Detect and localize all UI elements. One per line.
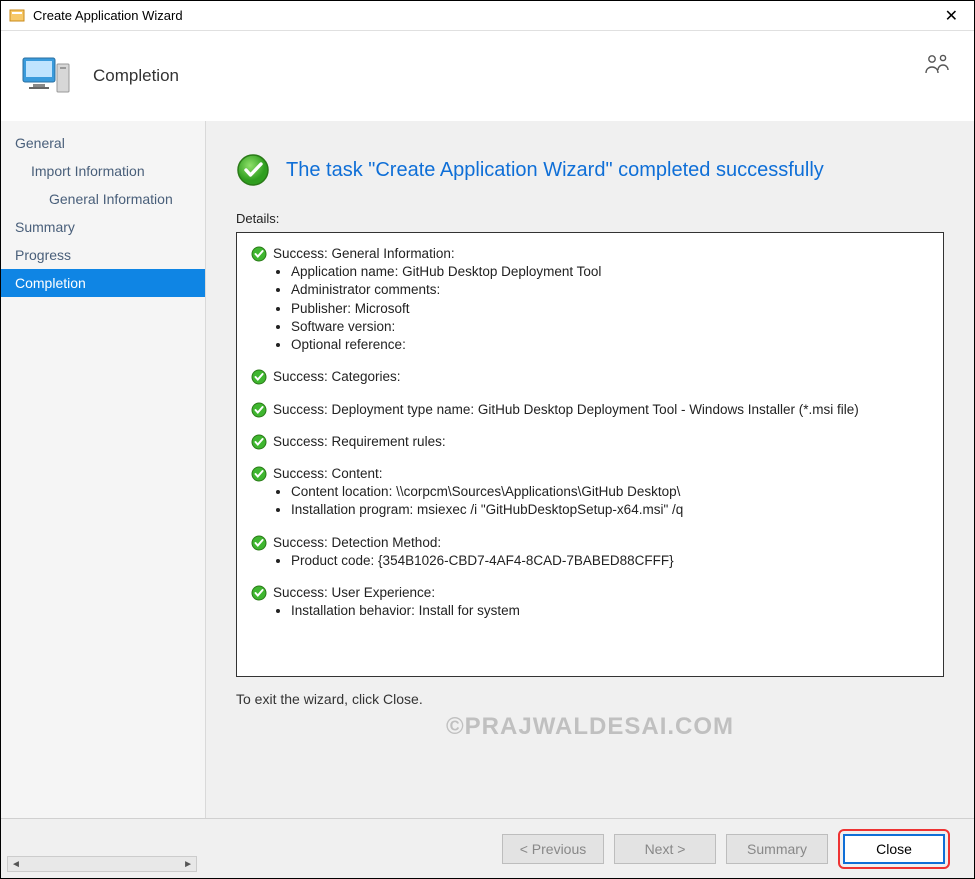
detail-section-user-experience: Success: User Experience: Installation b… bbox=[251, 584, 929, 620]
detail-section-content: Success: Content: Content location: \\co… bbox=[251, 465, 929, 520]
section-title: Success: User Experience: bbox=[273, 584, 435, 602]
section-title: Success: Detection Method: bbox=[273, 534, 441, 552]
detail-bullet: Installation program: msiexec /i "GitHub… bbox=[291, 501, 929, 519]
section-title: Success: Requirement rules: bbox=[273, 433, 446, 451]
summary-button: Summary bbox=[726, 834, 828, 864]
window-title: Create Application Wizard bbox=[33, 8, 937, 23]
check-icon bbox=[251, 466, 267, 482]
computer-icon bbox=[21, 50, 73, 102]
check-icon bbox=[251, 246, 267, 262]
sidebar-item-general-information[interactable]: General Information bbox=[1, 185, 205, 213]
section-title: Success: Categories: bbox=[273, 368, 401, 386]
detail-bullet: Publisher: Microsoft bbox=[291, 300, 929, 318]
wizard-body: General Import Information General Infor… bbox=[1, 121, 974, 818]
previous-button: < Previous bbox=[502, 834, 604, 864]
detail-bullet: Administrator comments: bbox=[291, 281, 929, 299]
detail-section-general-info: Success: General Information: Applicatio… bbox=[251, 245, 929, 354]
wizard-header: Completion bbox=[1, 31, 974, 121]
detail-section-detection-method: Success: Detection Method: Product code:… bbox=[251, 534, 929, 570]
detail-section-categories: Success: Categories: bbox=[251, 368, 929, 386]
wizard-main: The task "Create Application Wizard" com… bbox=[206, 121, 974, 818]
check-icon bbox=[251, 369, 267, 385]
check-icon bbox=[251, 434, 267, 450]
sidebar-item-import-information[interactable]: Import Information bbox=[1, 157, 205, 185]
check-icon bbox=[251, 535, 267, 551]
check-icon bbox=[251, 402, 267, 418]
sidebar-item-progress[interactable]: Progress bbox=[1, 241, 205, 269]
success-check-icon bbox=[236, 153, 270, 187]
sidebar-item-summary[interactable]: Summary bbox=[1, 213, 205, 241]
title-bar: Create Application Wizard ✕ bbox=[1, 1, 974, 31]
feedback-icon[interactable] bbox=[924, 53, 952, 75]
wizard-footer: ◄► < Previous Next > Summary Close bbox=[1, 818, 974, 878]
success-heading: The task "Create Application Wizard" com… bbox=[286, 159, 824, 182]
section-title: Success: General Information: bbox=[273, 245, 455, 263]
app-icon bbox=[9, 8, 25, 24]
sidebar-scrollbar[interactable]: ◄► bbox=[7, 856, 197, 872]
details-box[interactable]: Success: General Information: Applicatio… bbox=[236, 232, 944, 677]
sidebar-item-general[interactable]: General bbox=[1, 129, 205, 157]
window-close-button[interactable]: ✕ bbox=[937, 6, 966, 26]
detail-section-requirement-rules: Success: Requirement rules: bbox=[251, 433, 929, 451]
page-title: Completion bbox=[93, 66, 179, 86]
check-icon bbox=[251, 585, 267, 601]
close-button[interactable]: Close bbox=[843, 834, 945, 864]
exit-instruction: To exit the wizard, click Close. bbox=[236, 691, 944, 707]
watermark: ©PRAJWALDESAI.COM bbox=[236, 713, 944, 741]
close-button-highlight: Close bbox=[838, 829, 950, 869]
sidebar-item-completion[interactable]: Completion bbox=[1, 269, 205, 297]
detail-bullet: Application name: GitHub Desktop Deploym… bbox=[291, 263, 929, 281]
success-banner: The task "Create Application Wizard" com… bbox=[236, 153, 944, 187]
section-title: Success: Deployment type name: GitHub De… bbox=[273, 401, 859, 419]
detail-bullet: Installation behavior: Install for syste… bbox=[291, 602, 929, 620]
wizard-sidebar: General Import Information General Infor… bbox=[1, 121, 206, 818]
detail-bullet: Product code: {354B1026-CBD7-4AF4-8CAD-7… bbox=[291, 552, 929, 570]
detail-bullet: Software version: bbox=[291, 318, 929, 336]
detail-bullet: Optional reference: bbox=[291, 336, 929, 354]
next-button: Next > bbox=[614, 834, 716, 864]
details-label: Details: bbox=[236, 211, 944, 226]
section-title: Success: Content: bbox=[273, 465, 383, 483]
detail-section-deployment-type: Success: Deployment type name: GitHub De… bbox=[251, 401, 929, 419]
detail-bullet: Content location: \\corpcm\Sources\Appli… bbox=[291, 483, 929, 501]
